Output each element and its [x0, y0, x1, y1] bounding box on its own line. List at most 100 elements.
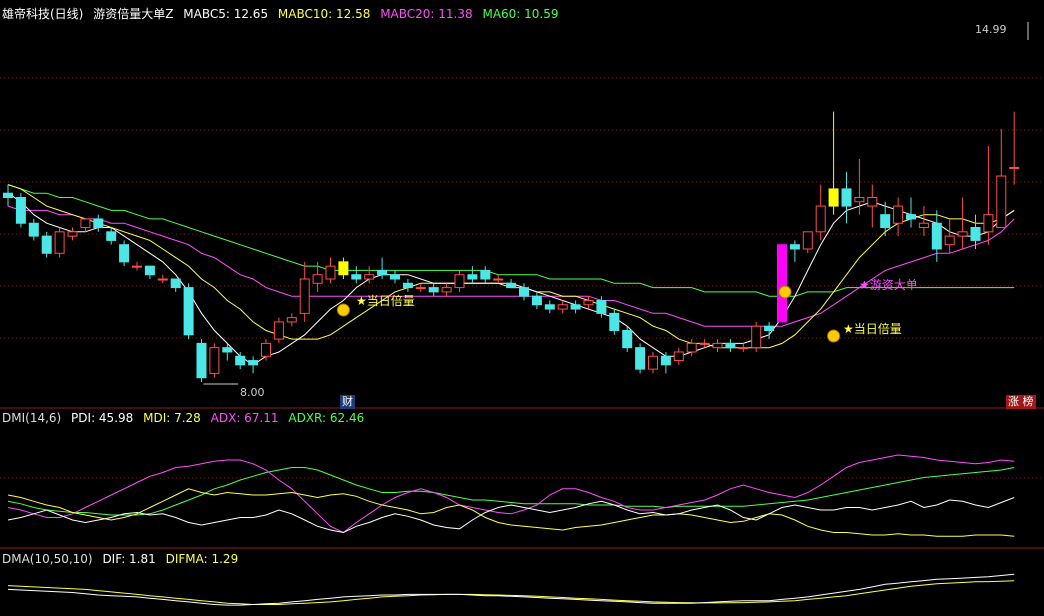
ma20-line: [7, 205, 1015, 327]
candle: [80, 218, 91, 229]
candle: [170, 278, 181, 289]
candle: [854, 196, 865, 203]
candle: [828, 188, 839, 207]
candle: [299, 278, 310, 314]
candle: [209, 347, 220, 374]
candle: [248, 360, 259, 366]
mdi-label: MDI: 7.28: [143, 411, 201, 425]
candle: [428, 287, 439, 293]
candle: [41, 235, 52, 254]
candle: [815, 205, 826, 233]
candle: [390, 274, 400, 280]
double-volume-annotation-2: ★当日倍量: [843, 322, 902, 336]
difma-line: [7, 580, 1015, 605]
candle: [544, 304, 555, 310]
candle: [673, 351, 684, 362]
candle: [119, 244, 130, 263]
candle: [789, 244, 800, 250]
finance-badge[interactable]: 财: [340, 395, 355, 409]
candle: [893, 205, 904, 224]
smiley-marker: [827, 329, 841, 343]
candle: [351, 274, 362, 280]
candle: [596, 299, 607, 314]
adx-line: [7, 454, 1015, 534]
candle: [441, 287, 452, 293]
candle: [970, 227, 981, 241]
candle: [583, 299, 594, 306]
dmi-header: DMI(14,6) PDI: 45.98 MDI: 7.28 ADX: 67.1…: [2, 410, 370, 426]
difma-label: DIFMA: 1.29: [165, 552, 239, 566]
candle: [751, 325, 762, 349]
candle: [699, 342, 710, 345]
candle: [261, 342, 271, 357]
candle: [519, 287, 529, 297]
candle: [557, 304, 568, 310]
dma-header: DMA(10,50,10) DIF: 1.81 DIFMA: 1.29: [2, 551, 244, 567]
candle: [273, 321, 284, 340]
candle: [132, 265, 142, 268]
candle: [841, 188, 852, 207]
adxr-label: ADXR: 62.46: [288, 411, 365, 425]
candle: [144, 265, 155, 276]
dmi-name: DMI(14,6): [2, 411, 62, 425]
candle: [906, 214, 916, 220]
candle: [196, 342, 207, 379]
candle: [286, 317, 297, 323]
candle: [28, 222, 39, 237]
candle: [235, 355, 246, 366]
candle: [648, 355, 658, 370]
low-price-label: 8.00: [240, 386, 265, 399]
stock-chart[interactable]: [0, 0, 1044, 616]
candle: [93, 218, 104, 229]
candle: [725, 342, 736, 349]
candle: [506, 282, 517, 289]
candle: [931, 222, 942, 250]
adx-label: ADX: 67.11: [210, 411, 279, 425]
big-order-annotation: ★游资大单: [859, 278, 918, 292]
candle: [867, 196, 878, 207]
dma-name: DMA(10,50,10): [2, 552, 93, 566]
dif-line: [7, 573, 1015, 606]
candle: [454, 274, 465, 289]
mdi-line: [7, 488, 1015, 537]
candle: [609, 312, 620, 332]
candle: [3, 192, 13, 198]
candle: [480, 269, 491, 280]
candle: [106, 231, 117, 241]
candle: [67, 231, 78, 237]
candle: [983, 214, 994, 233]
candle: [15, 196, 26, 224]
candle: [686, 342, 697, 353]
candle: [635, 347, 646, 370]
candle: [712, 342, 723, 349]
candle: [1009, 166, 1020, 169]
rank-badge[interactable]: 涨 榜: [1006, 395, 1036, 409]
dif-label: DIF: 1.81: [102, 552, 156, 566]
candle: [364, 274, 375, 280]
candle: [880, 214, 891, 229]
candle: [415, 287, 426, 290]
candle: [54, 231, 65, 254]
candle: [660, 355, 671, 366]
candle: [777, 244, 787, 323]
candle: [157, 278, 168, 281]
candle: [622, 330, 633, 349]
candle: [377, 269, 388, 276]
candle: [570, 304, 581, 310]
candle: [802, 231, 813, 250]
candle: [918, 222, 929, 229]
candle: [764, 325, 775, 332]
candle: [467, 274, 478, 280]
candle: [944, 235, 955, 246]
double-volume-annotation-1: ★当日倍量: [356, 294, 415, 308]
high-price-label: 14.99: [975, 23, 1007, 36]
candle: [957, 231, 968, 237]
candle: [183, 287, 194, 336]
pdi-label: PDI: 45.98: [71, 411, 134, 425]
candle: [325, 265, 336, 280]
smiley-marker: [336, 303, 350, 317]
candle: [312, 274, 323, 284]
candle: [338, 261, 349, 276]
candle: [222, 347, 233, 353]
candle: [402, 282, 413, 289]
